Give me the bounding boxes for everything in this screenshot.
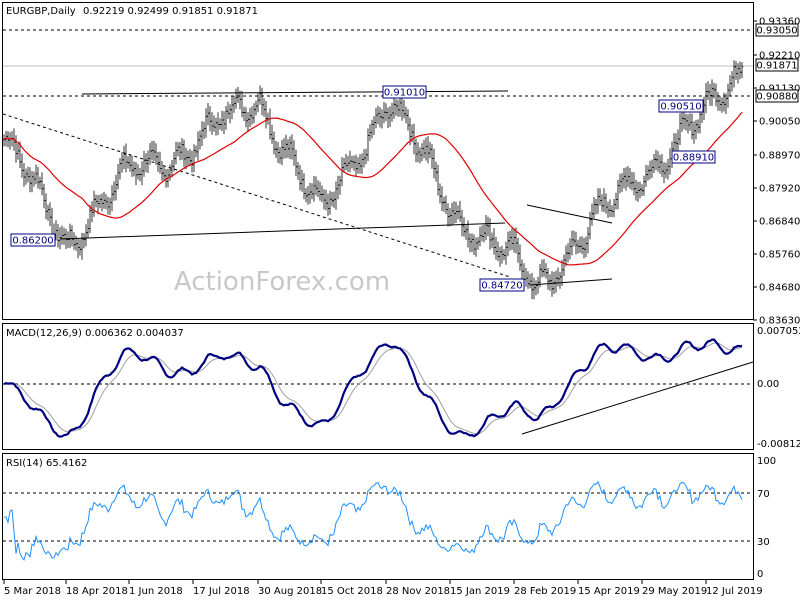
price-box-93050: 0.93050 — [755, 23, 799, 37]
x-tick-label: 15 Jan 2019 — [450, 586, 510, 597]
annotation-91010: 0.91010 — [382, 85, 427, 99]
price-box-90880: 0.90880 — [755, 89, 799, 103]
chart-window: ActionForex.com EURGBP,Daily 0.92219 0.9… — [0, 0, 800, 600]
annotation-88910-text: 0.88910 — [673, 153, 714, 164]
rsi-label: RSI(14) 65.4162 — [6, 458, 87, 469]
annotation-86200: 0.86200 — [10, 233, 56, 247]
price-tick-label: 0.87920 — [759, 184, 800, 195]
x-tick-label: 15 Apr 2019 — [578, 586, 640, 597]
annotation-84720: 0.84720 — [479, 278, 525, 292]
annotation-86200-text: 0.86200 — [12, 236, 53, 247]
price-tick-label: 0.85760 — [759, 250, 800, 261]
macd-label: MACD(12,26,9) 0.006362 0.004037 — [6, 328, 184, 339]
x-tick-label: 5 Mar 2018 — [4, 586, 61, 597]
x-tick-label: 1 Jun 2018 — [129, 586, 183, 597]
watermark: ActionForex.com — [174, 267, 390, 297]
price-box-90880-text: 0.90880 — [756, 92, 797, 103]
price-tick-label: 0.90050 — [759, 117, 800, 128]
price-box-current-text: 0.91871 — [756, 61, 797, 72]
price-tick-label: 0.83630 — [759, 316, 800, 327]
chart-svg: ActionForex.com EURGBP,Daily 0.92219 0.9… — [0, 0, 800, 600]
symbol-label: EURGBP,Daily — [6, 6, 76, 17]
rsi-tick-0: 0 — [757, 569, 763, 580]
macd-tick-min: -0.008124 — [757, 439, 800, 450]
x-tick-label: 12 Jul 2019 — [706, 586, 763, 597]
price-tick-label: 0.88970 — [759, 151, 800, 162]
annotation-90510-text: 0.90510 — [660, 102, 701, 113]
x-tick-label: 30 Aug 2018 — [258, 586, 322, 597]
annotation-84720-text: 0.84720 — [481, 281, 522, 292]
price-tick-label: 0.84680 — [759, 283, 800, 294]
x-tick-label: 28 Feb 2019 — [514, 586, 576, 597]
x-tick-label: 15 Oct 2018 — [321, 586, 383, 597]
annotation-91010-text: 0.91010 — [384, 88, 425, 99]
macd-tick-max: 0.007052 — [757, 326, 800, 337]
rsi-tick-30: 30 — [757, 537, 770, 548]
price-tick-label: 0.86840 — [759, 217, 800, 228]
x-tick-label: 29 May 2019 — [642, 586, 707, 597]
annotation-88910: 0.88910 — [671, 150, 716, 164]
macd-tick-zero: 0.00 — [757, 379, 779, 390]
price-box-current: 0.91871 — [755, 58, 799, 72]
ohlc-readout: 0.92219 0.92499 0.91851 0.91871 — [83, 6, 258, 17]
rsi-tick-100: 100 — [757, 456, 776, 467]
price-box-93050-text: 0.93050 — [756, 26, 797, 37]
rsi-tick-70: 70 — [757, 489, 770, 500]
x-tick-label: 28 Nov 2018 — [386, 586, 450, 597]
annotation-90510: 0.90510 — [658, 99, 704, 113]
x-tick-label: 18 Apr 2018 — [66, 586, 128, 597]
x-tick-label: 17 Jul 2018 — [193, 586, 250, 597]
